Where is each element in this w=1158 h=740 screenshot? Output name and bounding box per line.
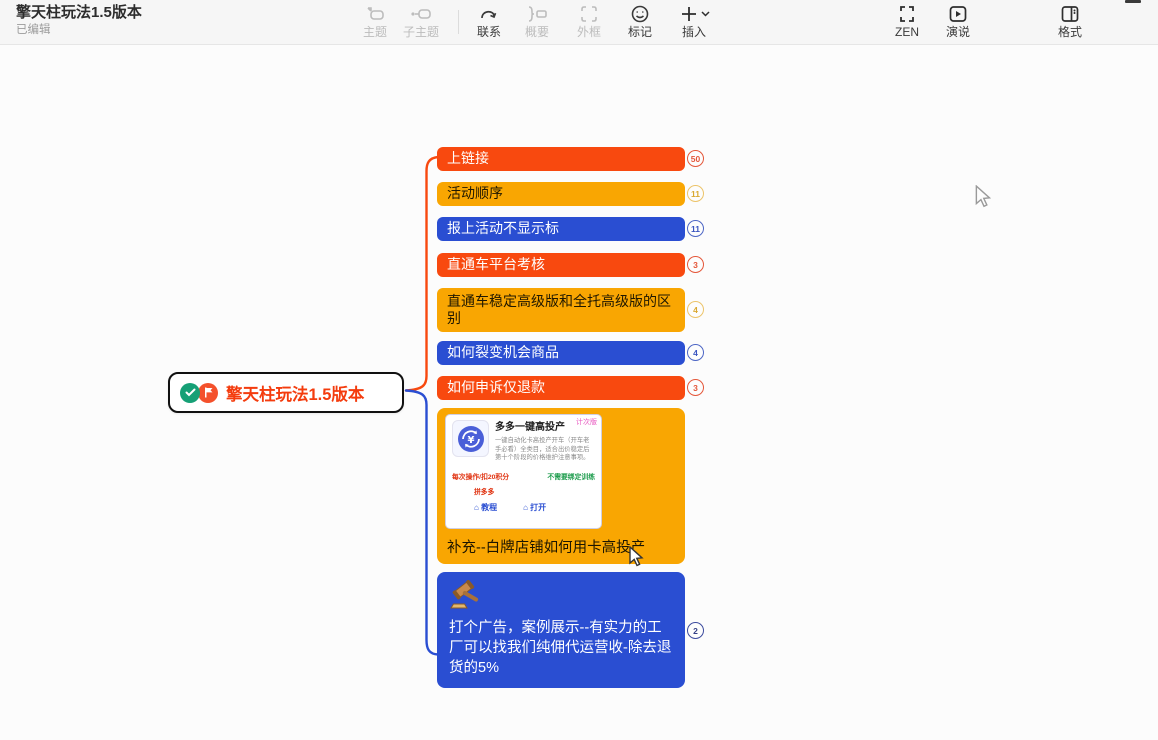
badge-number: 3 (693, 383, 698, 393)
summary-label: 概要 (514, 25, 560, 39)
branch-node[interactable]: 如何申诉仅退款 (437, 376, 685, 400)
home-icon: ⌂ (474, 503, 479, 512)
branch-node[interactable]: 直通车平台考核 (437, 253, 685, 277)
card-note-text: 不需要绑定训练 (547, 471, 595, 481)
ad-node-text: 打个广告，案例展示--有实力的工厂可以找我们纯佣代运营收-除去退货的5% (449, 618, 675, 678)
card-open-link: ⌂ 打开 (523, 502, 546, 513)
branch-label: 活动顺序 (447, 185, 503, 203)
card-edition-tag: 计次版 (576, 417, 597, 427)
summary-button[interactable]: 概要 (514, 3, 560, 39)
present-label: 演说 (935, 25, 981, 39)
format-icon (1047, 3, 1093, 25)
zen-button[interactable]: ZEN (884, 3, 930, 39)
relationship-label: 联系 (466, 25, 512, 39)
branch-count-badge[interactable]: 2 (687, 622, 704, 639)
card-cost-text: 每次操作/扣20积分 (452, 471, 509, 481)
badge-number: 2 (693, 626, 698, 636)
branch-node[interactable]: 活动顺序 (437, 182, 685, 206)
gavel-icon (449, 580, 483, 612)
branch-count-badge[interactable]: 4 (687, 301, 704, 318)
badge-number: 4 (693, 305, 698, 315)
mindmap-canvas[interactable]: 擎天柱玩法1.5版本 上链接 50 活动顺序 11 报上活动不显示标 11 直通… (0, 46, 1158, 740)
root-topic-label: 擎天柱玩法1.5版本 (226, 381, 364, 405)
window-corner-bar (1125, 0, 1141, 3)
image-node-caption: 补充--白牌店铺如何用卡高投产 (447, 536, 645, 557)
topic-icon (352, 3, 398, 25)
subtopic-icon (398, 3, 444, 25)
branch-count-badge[interactable]: 4 (687, 344, 704, 361)
badge-number: 11 (691, 189, 700, 199)
branch-label: 直通车平台考核 (447, 256, 545, 274)
branch-count-badge[interactable]: 11 (687, 185, 704, 202)
branch-label: 直通车稳定高级版和全托高级版的区别 (447, 293, 675, 328)
present-icon (935, 3, 981, 25)
branch-label: 上链接 (447, 150, 489, 168)
zen-icon (884, 3, 930, 25)
format-label: 格式 (1047, 25, 1093, 39)
zen-label: ZEN (884, 25, 930, 39)
branch-count-badge[interactable]: 11 (687, 220, 704, 237)
badge-number: 11 (691, 224, 700, 234)
topic-label: 主题 (352, 25, 398, 39)
card-platform-text: 拼多多 (474, 486, 595, 496)
branch-label: 如何申诉仅退款 (447, 379, 545, 397)
svg-text:¥: ¥ (467, 435, 474, 446)
badge-number: 3 (693, 260, 698, 270)
document-title: 擎天柱玩法1.5版本 (16, 4, 142, 22)
app-icon: ¥ (452, 420, 489, 457)
summary-icon (514, 3, 560, 25)
check-icon (180, 383, 200, 403)
home-icon: ⌂ (523, 503, 528, 512)
branch-count-badge[interactable]: 3 (687, 256, 704, 273)
branch-node[interactable]: 报上活动不显示标 (437, 217, 685, 241)
root-topic[interactable]: 擎天柱玩法1.5版本 (168, 372, 404, 413)
relationship-button[interactable]: 联系 (466, 3, 512, 39)
branch-node[interactable]: 上链接 (437, 147, 685, 171)
boundary-button[interactable]: 外框 (566, 3, 612, 39)
relationship-icon (466, 3, 512, 25)
document-status: 已编辑 (16, 22, 142, 38)
subtopic-button[interactable]: 子主题 (398, 3, 444, 39)
branch-node[interactable]: 直通车稳定高级版和全托高级版的区别 (437, 288, 685, 332)
boundary-icon (566, 3, 612, 25)
marker-button[interactable]: 标记 (617, 3, 663, 39)
toolbar: 擎天柱玩法1.5版本 已编辑 主题 子主题 联系 (0, 0, 1158, 45)
format-button[interactable]: 格式 (1047, 3, 1093, 39)
insert-label: 插入 (668, 25, 720, 39)
branch-count-badge[interactable]: 50 (687, 150, 704, 167)
ad-branch-node[interactable]: 打个广告，案例展示--有实力的工厂可以找我们纯佣代运营收-除去退货的5% (437, 572, 685, 688)
insert-button[interactable]: 插入 (668, 3, 720, 39)
boundary-label: 外框 (566, 25, 612, 39)
card-tutorial-link: ⌂ 教程 (474, 502, 497, 513)
marker-label: 标记 (617, 25, 663, 39)
topic-button[interactable]: 主题 (352, 3, 398, 39)
flag-icon (198, 383, 218, 403)
branch-count-badge[interactable]: 3 (687, 379, 704, 396)
branch-node[interactable]: 如何裂变机会商品 (437, 341, 685, 365)
toolbar-divider (458, 10, 459, 34)
branch-label: 如何裂变机会商品 (447, 344, 559, 362)
badge-number: 4 (693, 348, 698, 358)
image-branch-node[interactable]: ¥ 计次版 多多一键高投产 一键自动化卡高投产开车（开车老手必看）全类目，适合出… (437, 408, 685, 564)
badge-number: 50 (691, 154, 700, 164)
branch-label: 报上活动不显示标 (447, 220, 559, 238)
document-meta: 擎天柱玩法1.5版本 已编辑 (16, 4, 142, 38)
card-description: 一键自动化卡高投产开车（开车老手必看）全类目，适合出价稳定后第十个阶段的价格维护… (495, 437, 595, 463)
embedded-app-card-image: ¥ 计次版 多多一键高投产 一键自动化卡高投产开车（开车老手必看）全类目，适合出… (445, 414, 602, 529)
present-button[interactable]: 演说 (935, 3, 981, 39)
insert-icon (668, 3, 720, 25)
marker-icon (617, 3, 663, 25)
subtopic-label: 子主题 (398, 25, 444, 39)
